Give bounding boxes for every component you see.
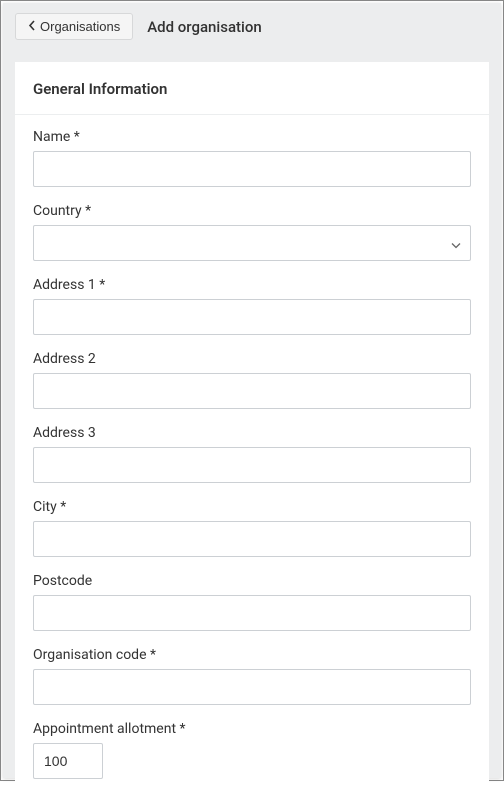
organisation-code-input[interactable] bbox=[33, 669, 471, 705]
appointment-allotment-label: Appointment allotment * bbox=[33, 721, 471, 737]
general-information-card: General Information Name * Country * bbox=[15, 62, 489, 797]
organisation-code-label: Organisation code * bbox=[33, 647, 471, 663]
name-input[interactable] bbox=[33, 151, 471, 187]
city-label: City * bbox=[33, 499, 471, 515]
address1-input[interactable] bbox=[33, 299, 471, 335]
postcode-label: Postcode bbox=[33, 573, 471, 589]
card-title: General Information bbox=[15, 62, 489, 115]
country-select[interactable] bbox=[33, 225, 471, 261]
page-title: Add organisation bbox=[147, 18, 262, 36]
appointment-allotment-input[interactable] bbox=[33, 743, 103, 779]
header-bar: Organisations Add organisation bbox=[3, 3, 501, 50]
address2-input[interactable] bbox=[33, 373, 471, 409]
address3-label: Address 3 bbox=[33, 425, 471, 441]
address3-input[interactable] bbox=[33, 447, 471, 483]
address2-label: Address 2 bbox=[33, 351, 471, 367]
back-button-label: Organisations bbox=[40, 20, 120, 33]
name-label: Name * bbox=[33, 129, 471, 145]
address1-label: Address 1 * bbox=[33, 277, 471, 293]
city-input[interactable] bbox=[33, 521, 471, 557]
postcode-input[interactable] bbox=[33, 595, 471, 631]
chevron-left-icon bbox=[28, 20, 36, 33]
country-label: Country * bbox=[33, 203, 471, 219]
back-to-organisations-button[interactable]: Organisations bbox=[15, 13, 133, 40]
